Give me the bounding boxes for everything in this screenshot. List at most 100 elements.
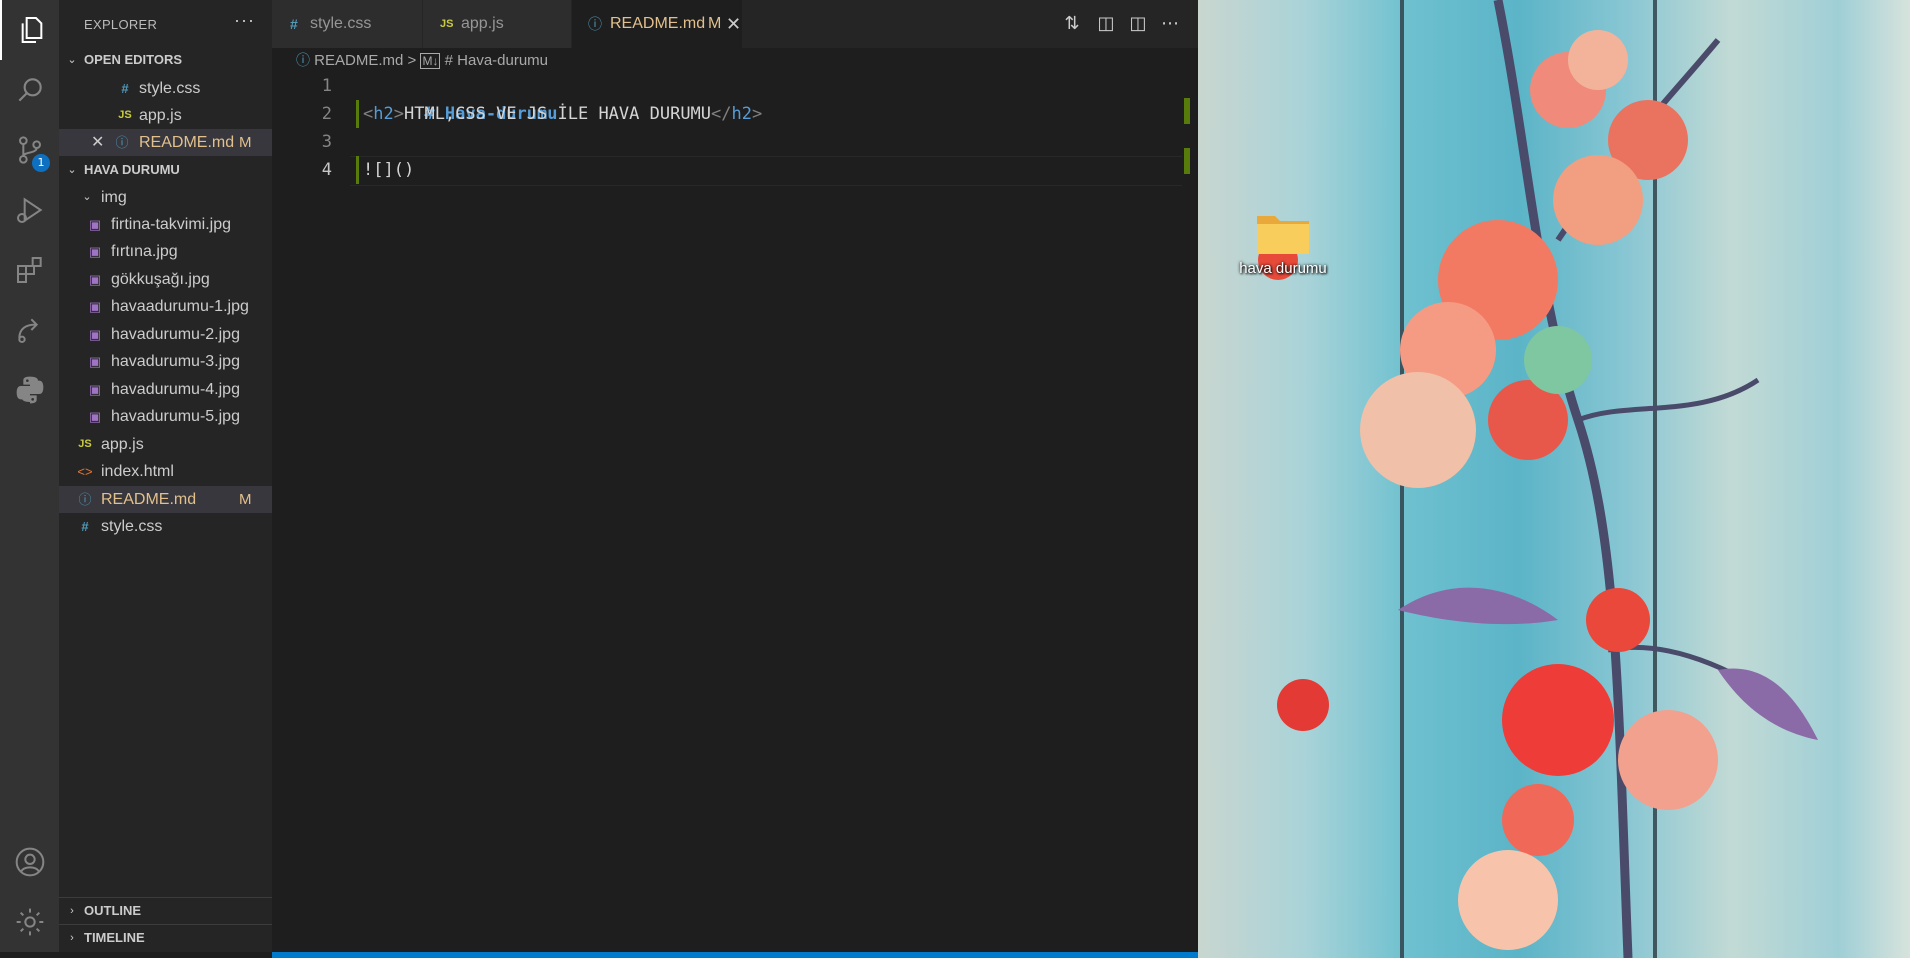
close-icon[interactable]: ✕: [726, 0, 741, 48]
search-icon[interactable]: [0, 60, 59, 120]
open-editors-header[interactable]: ⌄ OPEN EDITORS: [59, 47, 272, 73]
chevron-right-icon: ›: [70, 932, 74, 944]
tree-file[interactable]: # style.css: [59, 513, 272, 540]
chevron-right-icon: ›: [70, 905, 74, 917]
image-file-icon: ▣: [88, 382, 102, 397]
tree-file[interactable]: ▣ havadurumu-5.jpg: [59, 403, 272, 430]
open-editor-item[interactable]: JS app.js: [59, 102, 272, 129]
js-file-icon: JS: [118, 109, 132, 121]
tab-bar: # style.css JS app.js ⓘ README.md M ✕ ⇅ …: [272, 0, 1198, 48]
tag-bracket: >: [752, 104, 763, 124]
sidebar-title: EXPLORER: [84, 17, 158, 32]
tree-file[interactable]: ▣ gökkuşağı.jpg: [59, 266, 272, 293]
open-preview-icon[interactable]: ◫: [1094, 12, 1118, 36]
tree-file[interactable]: ▣ fırtına.jpg: [59, 238, 272, 265]
line-number: 2: [321, 104, 332, 124]
file-name: havadurumu-5.jpg: [111, 408, 240, 425]
more-actions-icon[interactable]: ···: [234, 10, 255, 31]
desktop-folder[interactable]: hava durumu: [1228, 210, 1338, 277]
open-editor-item[interactable]: # style.css: [59, 75, 272, 102]
close-icon[interactable]: ✕: [91, 129, 104, 156]
image-file-icon: ▣: [88, 244, 102, 259]
current-line-highlight: [350, 156, 1182, 186]
chevron-down-icon: ⌄: [82, 191, 92, 203]
timeline-header[interactable]: › TIMELINE: [59, 925, 272, 951]
remote-icon[interactable]: [0, 300, 59, 360]
breadcrumb: ⓘ README.md > M↓ # Hava-durumu: [296, 48, 548, 72]
breadcrumb-file[interactable]: README.md: [314, 52, 403, 69]
outline-header[interactable]: › OUTLINE: [59, 898, 272, 924]
image-file-icon: ▣: [88, 217, 102, 232]
tab-readme-md[interactable]: ⓘ README.md M ✕: [572, 0, 742, 48]
image-file-icon: ▣: [88, 272, 102, 287]
file-name: app.js: [101, 436, 144, 453]
tag-name: h2: [373, 104, 394, 124]
tab-app-js-content[interactable]: JS app.js: [423, 0, 571, 48]
source-control-badge: 1: [32, 154, 50, 172]
info-file-icon: ⓘ: [296, 52, 310, 68]
manage-gear-icon[interactable]: [0, 892, 59, 952]
python-icon[interactable]: [0, 360, 59, 420]
tab-label: README.md: [610, 15, 706, 32]
file-name: firtina-takvimi.jpg: [111, 216, 232, 233]
line-number: 4: [321, 160, 332, 180]
open-editor-name: app.js: [139, 107, 182, 124]
explorer-sidebar: EXPLORER ··· ⌄ OPEN EDITORS # style.css …: [59, 0, 272, 952]
css-file-icon: #: [81, 519, 89, 534]
image-file-icon: ▣: [88, 409, 102, 424]
tag-name: h2: [731, 104, 752, 124]
git-added-marker: [356, 100, 359, 128]
tree-file[interactable]: ▣ havadurumu-2.jpg: [59, 321, 272, 348]
desktop-folder-label: hava durumu: [1239, 260, 1327, 277]
tree-file[interactable]: JS app.js: [59, 431, 272, 458]
markdown-symbol-icon: M↓: [420, 53, 441, 69]
tab-label: style.css: [310, 15, 372, 32]
folder-icon: [1257, 216, 1309, 254]
scrollbar-change-marker: [1184, 148, 1190, 174]
tree-folder-img[interactable]: ⌄ img: [59, 184, 272, 211]
code-line: # Hava-durumu: [363, 72, 557, 124]
modified-badge: M: [708, 15, 722, 32]
breadcrumb-separator: >: [407, 52, 417, 69]
more-actions-icon[interactable]: ⋯: [1158, 12, 1182, 36]
explorer-icon[interactable]: [0, 0, 61, 60]
extensions-icon[interactable]: [0, 240, 59, 300]
file-name: havaadurumu-1.jpg: [111, 298, 249, 315]
flower-branch-image: [1258, 0, 1818, 958]
modified-badge: M: [239, 134, 252, 151]
tag-bracket: </: [711, 104, 732, 124]
folder-header[interactable]: ⌄ HAVA DURUMU: [59, 157, 272, 183]
scrollbar-change-marker: [1184, 98, 1190, 124]
html-file-icon: <>: [77, 464, 93, 479]
run-debug-icon[interactable]: [0, 180, 59, 240]
file-name: havadurumu-4.jpg: [111, 381, 240, 398]
tree-file[interactable]: ▣ havaadurumu-1.jpg: [59, 293, 272, 320]
tree-file[interactable]: <> index.html: [59, 458, 272, 485]
tree-file[interactable]: ▣ firtina-takvimi.jpg: [59, 211, 272, 238]
file-name: gökkuşağı.jpg: [111, 271, 210, 288]
account-icon[interactable]: [0, 832, 59, 892]
code-line: ![](): [363, 160, 415, 180]
tab-style-css[interactable]: # style.css: [272, 0, 422, 48]
source-control-icon[interactable]: 1: [0, 120, 59, 180]
tree-file[interactable]: ▣ havadurumu-4.jpg: [59, 376, 272, 403]
chevron-down-icon: ⌄: [67, 164, 77, 176]
file-name: README.md: [101, 491, 197, 508]
info-file-icon: ⓘ: [115, 135, 129, 150]
file-name: index.html: [101, 463, 174, 480]
open-editor-item-active[interactable]: ✕ ⓘ README.md M: [59, 129, 272, 156]
css-file-icon: #: [121, 81, 129, 96]
breadcrumb-symbol[interactable]: # Hava-durumu: [445, 52, 548, 69]
line-number: 3: [321, 132, 332, 152]
line-number: 1: [321, 76, 332, 96]
tree-file-active[interactable]: ⓘ README.md M: [59, 486, 272, 513]
tree-file[interactable]: ▣ havadurumu-3.jpg: [59, 348, 272, 375]
split-editor-icon[interactable]: ◫: [1126, 12, 1150, 36]
open-editor-name: README.md: [139, 134, 235, 151]
js-file-icon: JS: [440, 18, 454, 30]
tag-bracket: >: [393, 104, 404, 124]
outline-label: OUTLINE: [84, 903, 142, 918]
editor-area: # style.css JS app.js ⓘ README.md M ✕ ⇅ …: [272, 0, 1470, 958]
folder-name: img: [101, 189, 127, 206]
compare-changes-icon[interactable]: ⇅: [1060, 12, 1084, 36]
